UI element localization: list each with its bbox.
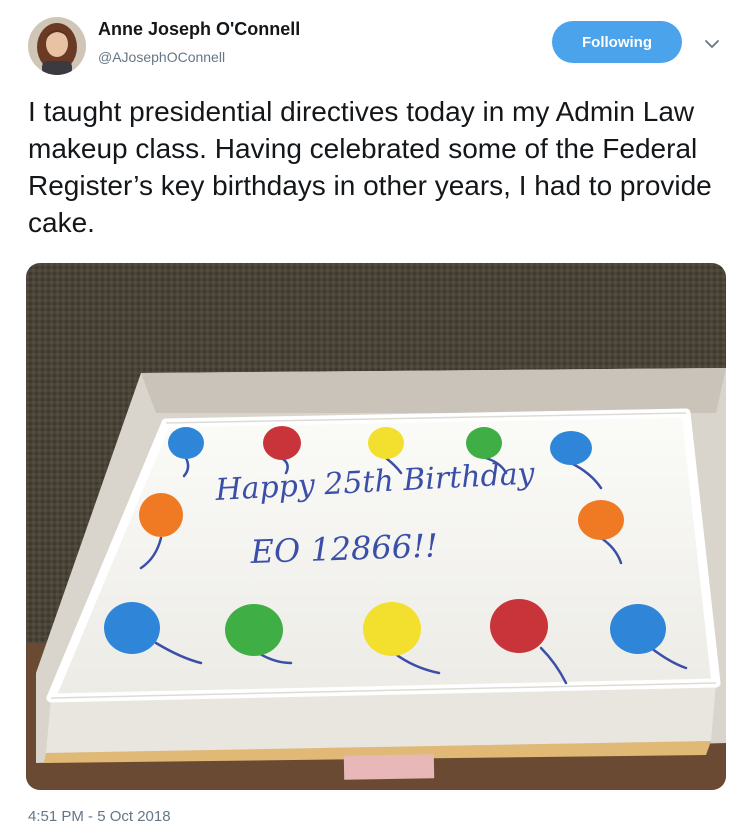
cake-inscription-line2: EO 12866!! [249, 526, 438, 571]
tweet-text: I taught presidential directives today i… [28, 96, 712, 238]
tweet-timestamp[interactable]: 4:51 PM - 5 Oct 2018 [28, 808, 171, 825]
chevron-down-icon[interactable] [700, 32, 724, 56]
avatar-image [28, 17, 86, 75]
tweet-photo[interactable]: Happy 25th Birthday EO 12866!! [26, 263, 726, 790]
following-button[interactable]: Following [552, 21, 682, 63]
author-handle[interactable]: @AJosephOConnell [98, 49, 225, 65]
author-display-name[interactable]: Anne Joseph O'Connell [98, 19, 300, 40]
cake-photo: Happy 25th Birthday EO 12866!! [26, 263, 726, 790]
avatar[interactable] [28, 17, 86, 75]
